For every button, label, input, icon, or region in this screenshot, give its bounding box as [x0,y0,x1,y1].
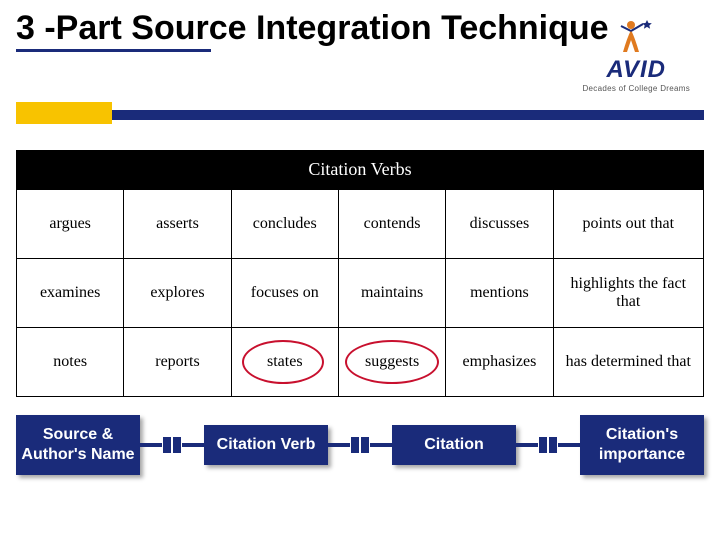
table-cell: examines [17,259,124,328]
accent-yellow-bar [16,102,112,124]
flow-diagram: Source & Author's Name Citation Verb Cit… [16,415,704,475]
table-cell: has determined that [553,328,703,397]
table-cell: notes [17,328,124,397]
table-cell: concludes [231,190,338,259]
page-title: 3 -Part Source Integration Technique [16,10,609,47]
title-underline [16,49,211,52]
connector-icon [140,437,204,453]
flow-box-citation: Citation [392,425,516,465]
table-cell: argues [17,190,124,259]
flow-box-citation-verb: Citation Verb [204,425,328,465]
flow-box-citation-importance: Citation's importance [580,415,704,475]
flow-box-source-author: Source & Author's Name [16,415,140,475]
citation-verbs-table: argues asserts concludes contends discus… [16,189,704,397]
logo-brand-text: AVID [582,56,690,84]
table-cell: points out that [553,190,703,259]
person-star-icon [613,18,659,56]
logo-tagline: Decades of College Dreams [582,84,690,93]
table-cell: suggests [338,328,445,397]
table-cell: focuses on [231,259,338,328]
connector-icon [328,437,392,453]
table-cell: emphasizes [446,328,553,397]
avid-logo: AVID Decades of College Dreams [582,18,690,93]
table-cell: contends [338,190,445,259]
table-cell: highlights the fact that [553,259,703,328]
table-cell: explores [124,259,231,328]
table-cell: states [231,328,338,397]
accent-blue-bar [56,110,704,120]
table-cell: asserts [124,190,231,259]
table-cell: reports [124,328,231,397]
table-cell: mentions [446,259,553,328]
table-cell: discusses [446,190,553,259]
table-header: Citation Verbs [16,150,704,189]
table-cell: maintains [338,259,445,328]
connector-icon [516,437,580,453]
